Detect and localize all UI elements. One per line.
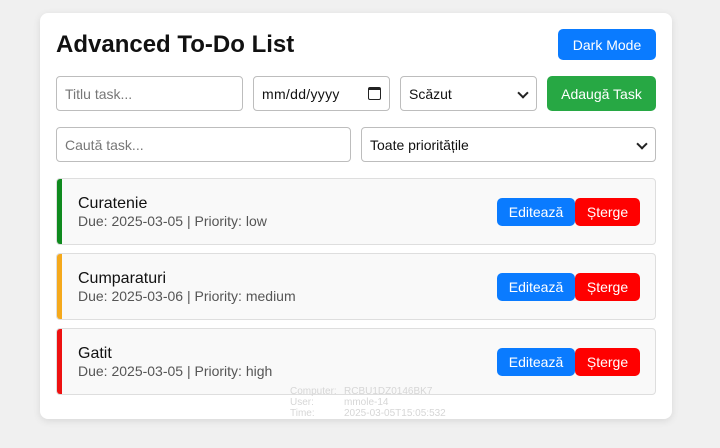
task-name: Gatit bbox=[78, 345, 112, 362]
task-name: Cumparaturi bbox=[78, 270, 167, 287]
priority-indicator bbox=[57, 254, 62, 319]
chevron-down-icon bbox=[637, 140, 647, 150]
delete-button[interactable]: Șterge bbox=[575, 273, 640, 301]
priority-select[interactable]: Scăzut bbox=[400, 76, 537, 111]
task-name: Curatenie bbox=[78, 195, 148, 212]
priority-select-value: Scăzut bbox=[409, 85, 452, 102]
search-input[interactable]: Caută task... bbox=[56, 127, 351, 162]
edit-button[interactable]: Editează bbox=[497, 198, 575, 226]
delete-button[interactable]: Șterge bbox=[575, 198, 640, 226]
due-date-input[interactable]: mm/dd/yyyy bbox=[253, 76, 390, 111]
watermark-computer-value: RCBU1DZ0146BK7 bbox=[344, 386, 433, 397]
task-title-placeholder: Titlu task... bbox=[65, 85, 133, 102]
page-title: Advanced To-Do List bbox=[56, 31, 295, 58]
watermark-computer-label: Computer: bbox=[290, 386, 337, 397]
due-date-placeholder: mm/dd/yyyy bbox=[262, 85, 340, 102]
task-meta: Due: 2025-03-05 | Priority: low bbox=[78, 213, 267, 229]
task-item: Curatenie Due: 2025-03-05 | Priority: lo… bbox=[56, 178, 656, 245]
edit-button[interactable]: Editează bbox=[497, 273, 575, 301]
watermark-time-label: Time: bbox=[290, 408, 315, 419]
task-meta: Due: 2025-03-06 | Priority: medium bbox=[78, 288, 296, 304]
watermark-time-value: 2025-03-05T15:05:532 bbox=[344, 408, 446, 419]
chevron-down-icon bbox=[518, 89, 528, 99]
task-item: Cumparaturi Due: 2025-03-06 | Priority: … bbox=[56, 253, 656, 320]
delete-button[interactable]: Șterge bbox=[575, 348, 640, 376]
priority-filter-value: Toate prioritățile bbox=[370, 136, 469, 153]
task-meta: Due: 2025-03-05 | Priority: high bbox=[78, 363, 273, 379]
priority-filter-select[interactable]: Toate prioritățile bbox=[361, 127, 656, 162]
dark-mode-button[interactable]: Dark Mode bbox=[558, 29, 656, 60]
watermark-user-label: User: bbox=[290, 397, 314, 408]
todo-card: Advanced To-Do List Dark Mode Titlu task… bbox=[40, 13, 672, 419]
add-task-button[interactable]: Adaugă Task bbox=[547, 76, 656, 111]
watermark-overlay: Computer: RCBU1DZ0146BK7 User: mmole-14 Ti… bbox=[290, 386, 446, 419]
watermark-user-value: mmole-14 bbox=[344, 397, 389, 408]
priority-indicator bbox=[57, 179, 62, 244]
calendar-icon[interactable] bbox=[368, 87, 381, 100]
task-item: Gatit Due: 2025-03-05 | Priority: high E… bbox=[56, 328, 656, 395]
edit-button[interactable]: Editează bbox=[497, 348, 575, 376]
priority-indicator bbox=[57, 329, 62, 394]
task-title-input[interactable]: Titlu task... bbox=[56, 76, 243, 111]
search-placeholder: Caută task... bbox=[65, 136, 144, 153]
